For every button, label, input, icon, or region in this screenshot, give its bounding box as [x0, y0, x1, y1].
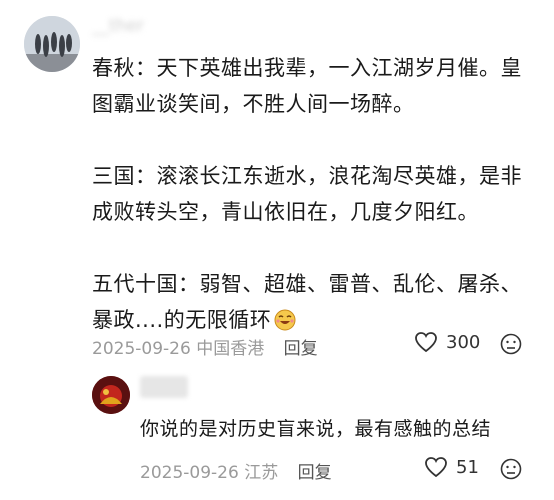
- sad-face-icon: [500, 333, 522, 355]
- like-count: 300: [446, 331, 481, 353]
- reply-button[interactable]: 回复: [284, 339, 318, 359]
- text-line: 五代十国：弱智、超雄、雷普、乱伦、屠杀、: [92, 272, 522, 296]
- text-line: 成败转头空，青山依旧在，几度夕阳红。: [92, 200, 479, 224]
- reply-reply-button[interactable]: 回复: [298, 463, 332, 483]
- reply-date: 2025-09-26: [140, 463, 239, 483]
- reply-avatar[interactable]: [92, 376, 130, 414]
- heart-icon: [425, 457, 447, 478]
- heart-icon: [415, 332, 437, 353]
- sad-face-icon: [500, 458, 522, 480]
- username[interactable]: __ther: [92, 16, 212, 42]
- comment-location: 中国香港: [196, 339, 265, 359]
- reply-text: 你说的是对历史盲来说，最有感触的总结: [140, 418, 492, 440]
- comment-text: 春秋：天下英雄出我辈，一入江湖岁月催。皇 图霸业谈笑间，不胜人间一场醉。 三国：…: [92, 50, 532, 338]
- avatar[interactable]: [24, 16, 80, 72]
- reply-meta: 2025-09-26 江苏 回复: [140, 458, 332, 483]
- paragraph-sanguo: 三国：滚滚长江东逝水，浪花淘尽英雄，是非 成败转头空，青山依旧在，几度夕阳红。: [92, 158, 532, 230]
- reply-dislike-button[interactable]: [500, 458, 522, 484]
- dislike-button[interactable]: [500, 333, 522, 359]
- like-button[interactable]: 300: [414, 331, 480, 353]
- paragraph-wudai: 五代十国：弱智、超雄、雷普、乱伦、屠杀、 暴政....的无限循环: [92, 266, 532, 338]
- text-line: 图霸业谈笑间，不胜人间一场醉。: [92, 92, 415, 116]
- reply-like-button[interactable]: 51: [424, 456, 479, 478]
- comment-date: 2025-09-26: [92, 339, 191, 359]
- text-line: 三国：滚滚长江东逝水，浪花淘尽英雄，是非: [92, 164, 522, 188]
- reply-username[interactable]: [140, 376, 188, 398]
- text-line: 春秋：天下英雄出我辈，一入江湖岁月催。皇: [92, 56, 522, 80]
- reply-location: 江苏: [244, 463, 279, 483]
- text-line: 暴政....的无限循环: [92, 308, 272, 332]
- laughing-emoji-icon: [273, 306, 297, 331]
- paragraph-chunqiu: 春秋：天下英雄出我辈，一入江湖岁月催。皇 图霸业谈笑间，不胜人间一场醉。: [92, 50, 532, 122]
- comment-meta: 2025-09-26 中国香港 回复: [92, 334, 318, 359]
- reply-like-count: 51: [456, 456, 479, 478]
